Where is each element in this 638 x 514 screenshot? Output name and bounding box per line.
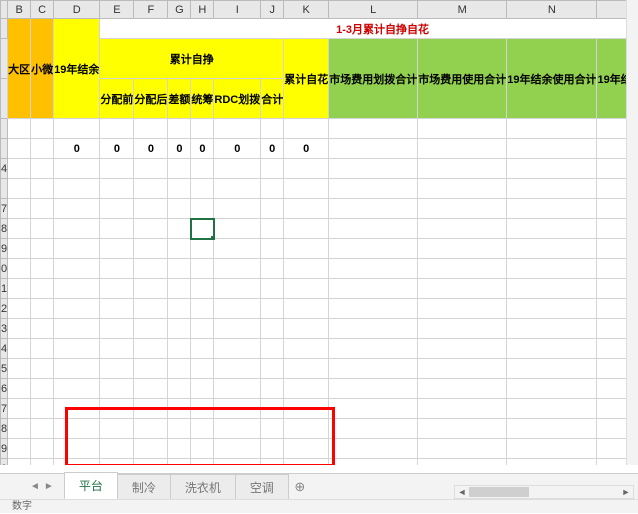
col-header[interactable]: L [329,1,418,19]
scroll-right-icon[interactable]: ► [619,486,633,498]
col-header[interactable]: E [100,1,134,19]
tab-nav-first-icon[interactable]: ◄ [30,481,40,492]
header-post: 分配后 [134,79,168,119]
header-period-title: 1-3月累计自挣自花 [100,19,638,39]
row-header[interactable]: 3 [1,319,8,339]
row-header[interactable]: 7 [1,199,8,219]
col-header[interactable]: N [507,1,597,19]
header-pre: 分配前 [100,79,134,119]
scroll-thumb[interactable] [469,487,529,497]
header-balance-19: 19年结余 [54,19,100,119]
status-text: 数字 [12,501,32,512]
header-total: 合计 [261,79,284,119]
data-cell[interactable]: 0 [261,139,284,159]
add-sheet-button[interactable]: ⊕ [289,475,311,499]
row-header[interactable] [1,179,8,199]
row-header[interactable]: 9 [1,439,8,459]
header-mkt-use: 市场费用使用合计 [418,39,507,119]
data-cell[interactable]: 0 [54,139,100,159]
col-header[interactable]: C [31,1,54,19]
active-cell[interactable] [191,219,214,239]
row-header[interactable]: 0 [1,459,8,466]
select-all-corner[interactable] [1,1,8,19]
data-cell[interactable]: 0 [168,139,191,159]
data-cell[interactable]: 0 [134,139,168,159]
header-plan: 统筹 [191,79,214,119]
col-header[interactable]: F [134,1,168,19]
data-cell[interactable]: 0 [284,139,329,159]
col-header[interactable]: I [214,1,261,19]
row-header[interactable]: 4 [1,339,8,359]
row-header[interactable]: 4 [1,159,8,179]
row-header[interactable] [1,39,8,79]
row-header[interactable]: 1 [1,279,8,299]
col-header[interactable]: B [8,1,31,19]
data-cell[interactable]: 0 [100,139,134,159]
horizontal-scrollbar[interactable]: ◄ ► [454,485,634,499]
header-cum-self-spend: 累计自花 [284,39,329,119]
sheet-tab-washer[interactable]: 洗衣机 [171,474,236,500]
row-header[interactable]: 5 [1,359,8,379]
header-mkt-alloc: 市场费用划拨合计 [329,39,418,119]
row-header[interactable]: 8 [1,419,8,439]
header-diff: 差额 [168,79,191,119]
data-cell[interactable]: 0 [191,139,214,159]
sheet-tab-cooling[interactable]: 制冷 [118,474,171,500]
col-header[interactable]: K [284,1,329,19]
status-bar: 数字 [0,499,638,513]
spreadsheet-grid[interactable]: B C D E F G H I J K L M N O 大区 小微 19年结余 … [0,0,638,465]
col-header[interactable]: D [54,1,100,19]
col-header[interactable]: M [418,1,507,19]
row-header[interactable]: 2 [1,299,8,319]
scroll-left-icon[interactable]: ◄ [455,486,469,498]
header-big-area: 大区 [8,19,31,119]
row-header[interactable]: 7 [1,399,8,419]
row-header[interactable]: 0 [1,259,8,279]
row-header[interactable] [1,119,8,139]
sheet-tab-platform[interactable]: 平台 [64,472,118,500]
col-header[interactable]: H [191,1,214,19]
data-cell[interactable]: 0 [214,139,261,159]
tab-nav-buttons[interactable]: ◄ ► [30,474,54,499]
header-rdc: RDC划拨 [214,79,261,119]
vertical-scrollbar[interactable] [626,0,638,465]
header-bal19-use: 19年结余使用合计 [507,39,597,119]
col-header[interactable]: J [261,1,284,19]
row-header[interactable] [1,79,8,119]
col-header[interactable]: G [168,1,191,19]
row-header[interactable]: 8 [1,219,8,239]
row-header[interactable]: 6 [1,379,8,399]
row-header[interactable] [1,19,8,39]
row-header[interactable] [1,139,8,159]
header-small-wei: 小微 [31,19,54,119]
header-cum-self: 累计自挣 [100,39,284,79]
row-header[interactable]: 9 [1,239,8,259]
sheet-tab-aircon[interactable]: 空调 [236,474,289,500]
tab-nav-last-icon[interactable]: ► [44,481,54,492]
